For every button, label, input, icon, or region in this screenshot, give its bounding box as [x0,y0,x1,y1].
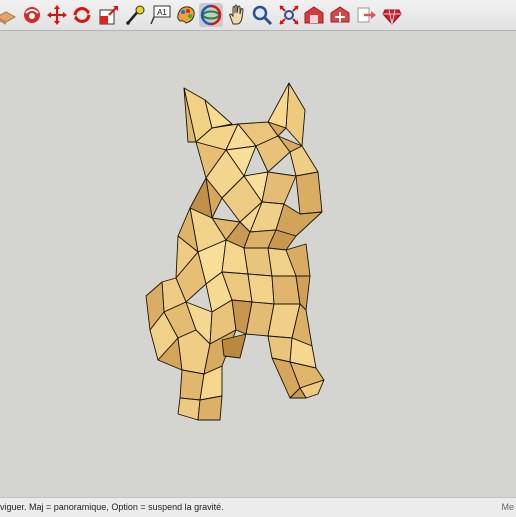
warehouse-icon[interactable] [302,3,326,27]
toolbar: A1 [0,0,516,31]
measurements-label: Me [501,502,514,512]
extension-warehouse-icon[interactable] [380,3,404,27]
text-icon-label: A1 [157,8,167,17]
make-component-icon[interactable] [0,3,18,27]
low-poly-dog-model[interactable] [0,31,516,497]
status-message: viguer. Maj = panoramique, Option = susp… [0,502,224,512]
move-icon[interactable] [45,3,69,27]
text-icon[interactable]: A1 [149,3,173,27]
paint-bucket-icon[interactable] [20,3,44,27]
paint-icon[interactable] [174,3,198,27]
orbit-icon[interactable] [199,3,223,27]
3d-viewport[interactable] [0,31,516,497]
rotate-icon[interactable] [70,3,94,27]
zoom-icon[interactable] [250,3,274,27]
pan-icon[interactable] [225,3,249,27]
scale-icon[interactable] [97,3,121,27]
send-to-layout-icon[interactable] [354,3,378,27]
status-bar: viguer. Maj = panoramique, Option = susp… [0,497,516,517]
tape-measure-icon[interactable] [123,3,147,27]
share-model-icon[interactable] [328,3,352,27]
zoom-extents-icon[interactable] [277,3,301,27]
